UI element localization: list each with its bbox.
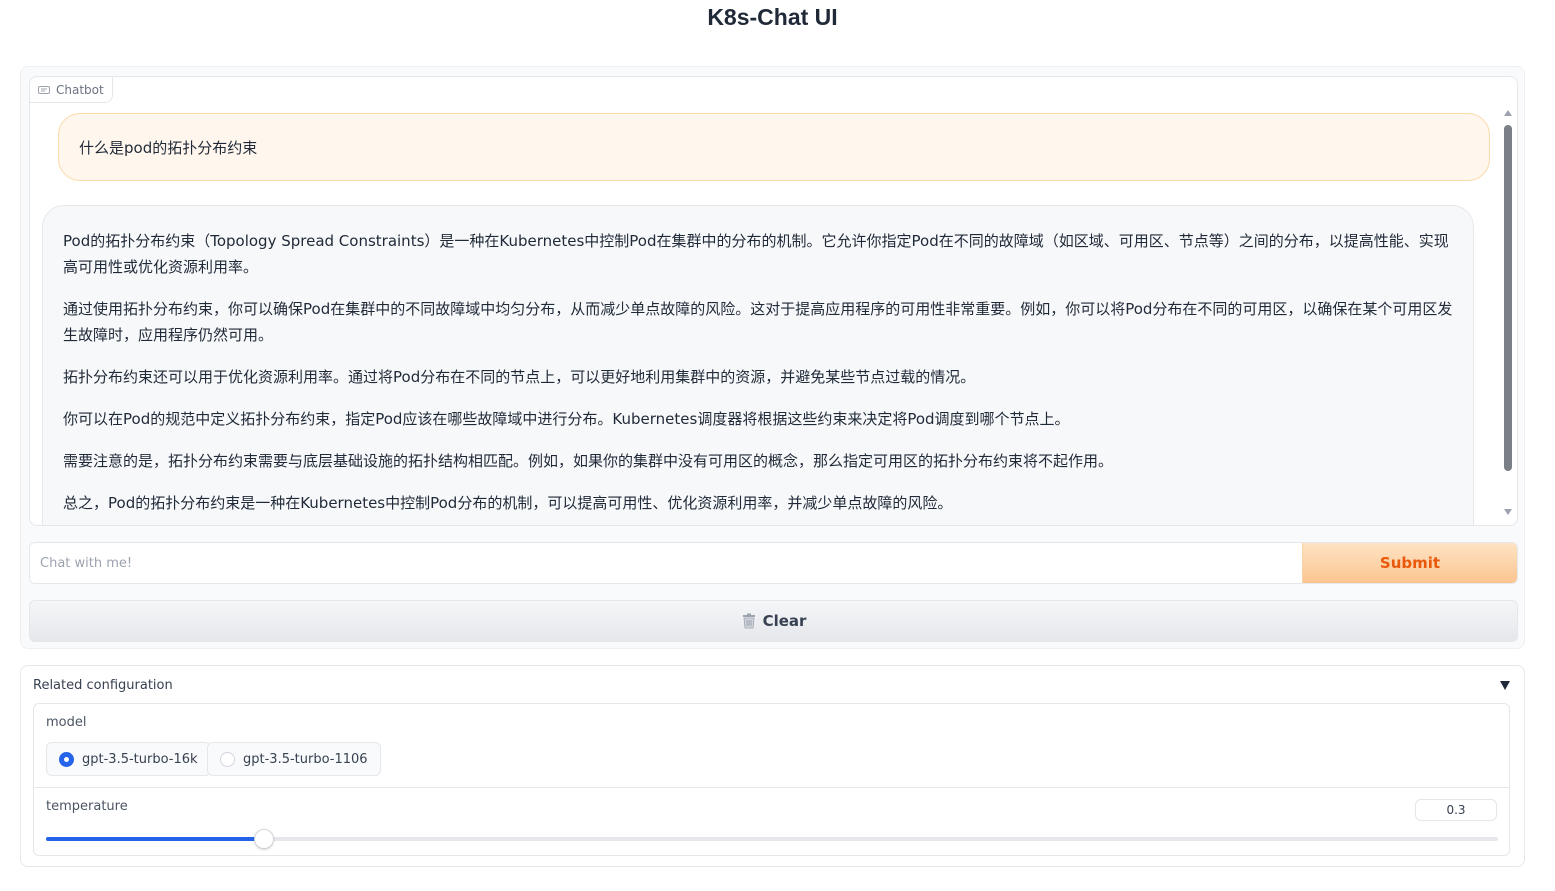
scroll-thumb[interactable] <box>1504 125 1512 471</box>
trash-icon <box>741 613 757 629</box>
divider <box>34 787 1509 788</box>
temperature-value[interactable]: 0.3 <box>1415 799 1497 821</box>
bot-message: Pod的拓扑分布约束（Topology Spread Constraints）是… <box>42 205 1474 525</box>
bot-paragraph: 拓扑分布约束还可以用于优化资源利用率。通过将Pod分布在不同的节点上，可以更好地… <box>63 368 976 386</box>
chatbot-label: Chatbot <box>30 77 113 103</box>
chat-panel: Chatbot 什么是pod的拓扑分布约束 Pod的拓扑分布约束（Topolog… <box>20 66 1525 649</box>
model-option-label: gpt-3.5-turbo-1106 <box>243 751 368 767</box>
bot-paragraph: 通过使用拓扑分布约束，你可以确保Pod在集群中的不同故障域中均匀分布，从而减少单… <box>63 300 1453 344</box>
bot-paragraph: Pod的拓扑分布约束（Topology Spread Constraints）是… <box>63 232 1449 276</box>
clear-button-label: Clear <box>762 612 807 630</box>
config-panel: model gpt-3.5-turbo-16k gpt-3.5-turbo-11… <box>33 703 1510 856</box>
chat-scrollbar[interactable] <box>1503 107 1513 517</box>
scroll-up-icon[interactable] <box>1504 110 1512 116</box>
model-label: model <box>46 715 87 730</box>
chat-input[interactable] <box>30 543 1302 583</box>
model-option-1106[interactable]: gpt-3.5-turbo-1106 <box>207 742 381 776</box>
submit-button[interactable]: Submit <box>1302 543 1517 583</box>
radio-unchecked-icon[interactable] <box>220 751 235 767</box>
chatbot-label-text: Chatbot <box>56 82 104 97</box>
model-option-label: gpt-3.5-turbo-16k <box>82 751 198 767</box>
temperature-label: temperature <box>46 799 128 814</box>
bot-paragraph: 需要注意的是，拓扑分布约束需要与底层基础设施的拓扑结构相匹配。例如，如果你的集群… <box>63 452 1114 470</box>
radio-checked-icon[interactable] <box>59 751 74 767</box>
config-title[interactable]: Related configuration <box>33 678 173 693</box>
slider-fill <box>46 837 264 841</box>
chat-input-row: Submit <box>29 542 1518 584</box>
clear-button[interactable]: Clear <box>29 600 1518 642</box>
bot-paragraph: 总之，Pod的拓扑分布约束是一种在Kubernetes中控制Pod分布的机制，可… <box>63 494 953 512</box>
config-accordion: Related configuration model gpt-3.5-turb… <box>20 665 1525 867</box>
caret-down-icon[interactable] <box>1500 681 1510 690</box>
user-message-text: 什么是pod的拓扑分布约束 <box>79 138 258 157</box>
chatbot: Chatbot 什么是pod的拓扑分布约束 Pod的拓扑分布约束（Topolog… <box>29 76 1518 526</box>
page-title: K8s-Chat UI <box>707 4 838 30</box>
user-message: 什么是pod的拓扑分布约束 <box>58 113 1490 181</box>
bot-paragraph: 你可以在Pod的规范中定义拓扑分布约束，指定Pod应该在哪些故障域中进行分布。K… <box>63 410 1070 428</box>
temperature-slider[interactable] <box>46 829 1498 849</box>
model-option-16k[interactable]: gpt-3.5-turbo-16k <box>46 742 211 776</box>
chat-bubble-icon <box>38 85 50 95</box>
scroll-down-icon[interactable] <box>1504 509 1512 515</box>
slider-thumb[interactable] <box>253 829 274 849</box>
